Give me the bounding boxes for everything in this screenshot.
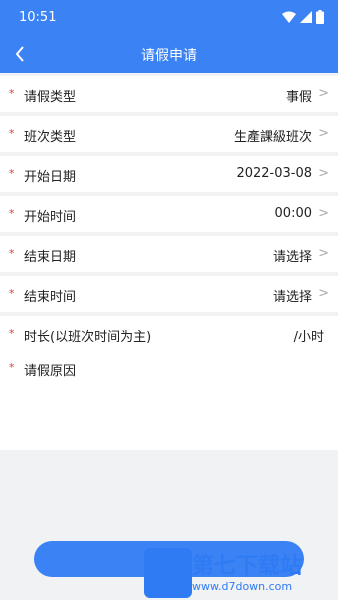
leave-form: * 请假类型 事假 > * 班次类型 生產課級班次 > * 开始日期 2022-…: [0, 73, 338, 352]
end-time-label: 结束时间: [24, 290, 77, 305]
chevron-right-icon: >: [318, 86, 329, 101]
start-time-value: 00:00: [274, 206, 312, 221]
end-time-value: 请选择: [272, 290, 312, 305]
watermark: 第七下载站 www.d7down.com: [144, 548, 334, 600]
end-date-row[interactable]: * 结束日期 请选择 >: [0, 236, 338, 272]
required-mark: *: [9, 87, 15, 100]
chevron-right-icon: >: [318, 246, 329, 261]
start-date-row[interactable]: * 开始日期 2022-03-08 >: [0, 156, 338, 192]
required-mark: *: [9, 247, 15, 260]
status-bar: 10:51: [0, 0, 338, 36]
required-mark: *: [9, 127, 15, 140]
signal-icon: [300, 11, 312, 23]
battery-icon: [316, 10, 324, 24]
start-time-row[interactable]: * 开始时间 00:00 >: [0, 196, 338, 232]
end-date-value: 请选择: [272, 250, 312, 265]
wifi-icon: [282, 11, 296, 23]
start-date-value: 2022-03-08: [236, 166, 312, 181]
leave-type-row[interactable]: * 请假类型 事假 >: [0, 76, 338, 112]
required-mark: *: [9, 207, 15, 220]
chevron-right-icon: >: [318, 286, 329, 301]
status-time: 10:51: [19, 10, 57, 25]
chevron-right-icon: >: [318, 206, 329, 221]
watermark-logo: [144, 548, 192, 598]
required-mark: *: [9, 327, 15, 340]
chevron-right-icon: >: [318, 126, 329, 141]
chevron-right-icon: >: [318, 166, 329, 181]
duration-row: * 时长(以班次时间为主) /小时: [0, 316, 338, 352]
duration-value: /小时: [293, 330, 324, 345]
leave-type-label: 请假类型: [24, 90, 77, 105]
end-date-label: 结束日期: [24, 250, 77, 265]
watermark-title: 第七下载站: [192, 553, 303, 579]
watermark-url: www.d7down.com: [192, 580, 293, 593]
duration-label: 时长(以班次时间为主): [24, 330, 152, 345]
required-mark: *: [9, 167, 15, 180]
leave-type-value: 事假: [285, 90, 312, 105]
end-time-row[interactable]: * 结束时间 请选择 >: [0, 276, 338, 312]
system-icons: [282, 9, 324, 25]
nav-bar: 请假申请: [0, 36, 338, 73]
required-mark: *: [9, 361, 15, 374]
app-header: 10:51 请假申请: [0, 0, 338, 73]
shift-type-row[interactable]: * 班次类型 生產課級班次 >: [0, 116, 338, 152]
shift-type-label: 班次类型: [24, 130, 77, 145]
page-title: 请假申请: [141, 48, 197, 64]
shift-type-value: 生產課級班次: [233, 130, 312, 145]
start-date-label: 开始日期: [24, 170, 77, 185]
start-time-label: 开始时间: [24, 210, 77, 225]
required-mark: *: [9, 287, 15, 300]
leave-reason-field[interactable]: * 请假原因: [0, 352, 338, 450]
leave-reason-label: 请假原因: [24, 364, 77, 379]
